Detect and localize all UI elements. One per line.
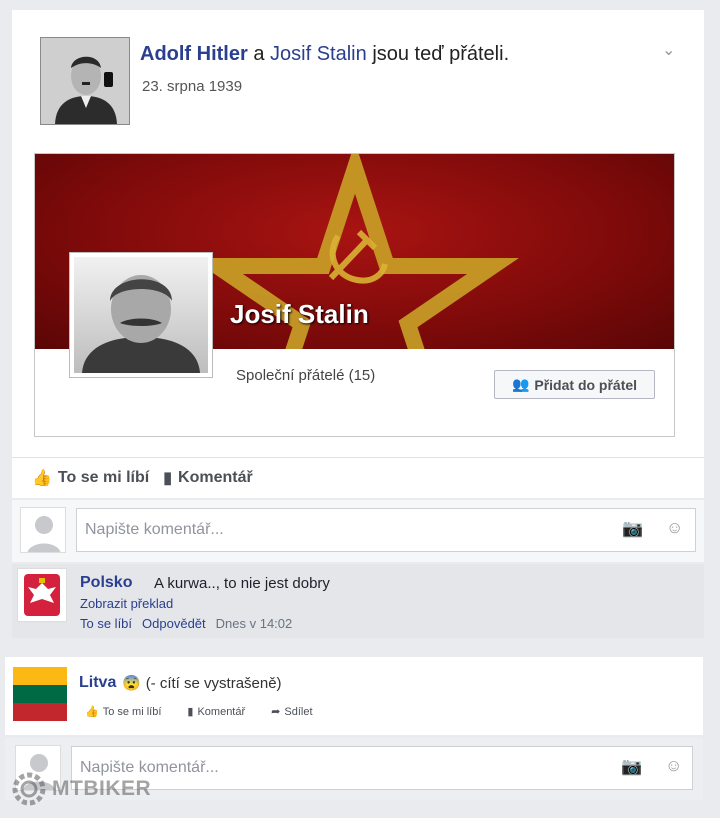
comment-like-link[interactable]: To se líbí xyxy=(80,616,132,631)
profile-preview[interactable]: Josif Stalin Společní přátelé (15) 👥 Při… xyxy=(34,153,675,437)
like-label: To se mi líbí xyxy=(57,469,150,486)
user-avatar xyxy=(20,507,66,553)
comment-input-2[interactable]: Napište komentář... xyxy=(71,746,693,790)
share-arrow-icon: ➦ xyxy=(271,706,281,718)
chevron-down-icon[interactable]: ⌄ xyxy=(662,40,675,60)
add-friend-icon: 👥 xyxy=(511,376,530,392)
comment-meta: To se líbí Odpovědět Dnes v 14:02 xyxy=(80,616,292,631)
comment-reply-link[interactable]: Odpovědět xyxy=(142,616,206,631)
thumbs-up-icon: 👍 xyxy=(85,706,99,718)
speech-bubble-icon: ▮ xyxy=(187,706,194,718)
comment-item: Polsko A kurwa.., to nie jest dobry Zobr… xyxy=(12,564,704,638)
camera-icon[interactable]: 📷 xyxy=(622,519,643,539)
post-headline: Adolf Hitler a Josif Stalin jsou teď přá… xyxy=(140,43,509,66)
poland-emblem-avatar[interactable] xyxy=(17,568,67,622)
comment-text: A kurwa.., to nie jest dobry xyxy=(154,575,330,592)
scared-face-icon: 😨 xyxy=(122,675,141,692)
comment-input[interactable]: Napište komentář... xyxy=(76,508,696,552)
post2-actions: 👍 To se mi líbí ▮ Komentář ➦ Sdílet xyxy=(85,705,313,719)
comment-timestamp[interactable]: Dnes v 14:02 xyxy=(216,616,293,631)
stalin-avatar[interactable] xyxy=(69,252,213,378)
feeling-status: 😨 (- cítí se vystrašeně) xyxy=(122,674,282,693)
lithuania-flag-avatar[interactable] xyxy=(13,667,67,721)
post2-share-label: Sdílet xyxy=(284,705,313,718)
like-button[interactable]: 👍 To se mi líbí xyxy=(32,468,149,488)
comment-label: Komentář xyxy=(178,469,253,486)
translate-link[interactable]: Zobrazit překlad xyxy=(80,596,173,611)
post-actions: 👍 To se mi líbí ▮ Komentář xyxy=(32,468,253,488)
speech-bubble-icon: ▮ xyxy=(163,470,173,487)
post2-share-button[interactable]: ➦ Sdílet xyxy=(271,705,313,719)
user1-link[interactable]: Adolf Hitler xyxy=(140,43,248,65)
gear-icon xyxy=(12,772,46,806)
comment-placeholder: Napište komentář... xyxy=(85,521,224,538)
post-card-2: Litva 😨 (- cítí se vystrašeně) 👍 To se m… xyxy=(5,657,703,735)
post2-comment-label: Komentář xyxy=(197,705,246,718)
mutual-friends[interactable]: Společní přátelé (15) xyxy=(236,367,375,384)
watermark: MTBIKER xyxy=(10,770,151,808)
watermark-text: MTBIKER xyxy=(52,777,152,800)
connector-text: a xyxy=(253,43,265,65)
profile-name[interactable]: Josif Stalin xyxy=(230,299,369,330)
post-date[interactable]: 23. srpna 1939 xyxy=(142,78,242,95)
post-card: Adolf Hitler a Josif Stalin jsou teď přá… xyxy=(12,10,704,498)
comment-button[interactable]: ▮ Komentář xyxy=(163,468,253,488)
user2-link[interactable]: Josif Stalin xyxy=(270,43,367,65)
camera-icon[interactable]: 📷 xyxy=(621,757,642,777)
headline-suffix: jsou teď přáteli. xyxy=(372,43,510,65)
comment-author[interactable]: Polsko xyxy=(80,574,132,592)
hitler-avatar[interactable] xyxy=(40,37,130,125)
add-friend-button[interactable]: 👥 Přidat do přátel xyxy=(494,370,655,399)
post2-like-button[interactable]: 👍 To se mi líbí xyxy=(85,705,162,719)
post2-like-label: To se mi líbí xyxy=(102,705,162,718)
comment-composer: Napište komentář... 📷 ☺ xyxy=(12,500,704,562)
smiley-icon[interactable]: ☺ xyxy=(665,756,682,776)
thumbs-up-icon: 👍 xyxy=(32,470,52,487)
post-author[interactable]: Litva xyxy=(79,674,116,692)
post2-comment-button[interactable]: ▮ Komentář xyxy=(187,705,246,719)
feeling-text: (- cítí se vystrašeně) xyxy=(145,674,282,692)
add-friend-label: Přidat do přátel xyxy=(534,376,638,393)
divider xyxy=(12,457,704,458)
smiley-icon[interactable]: ☺ xyxy=(666,518,683,538)
